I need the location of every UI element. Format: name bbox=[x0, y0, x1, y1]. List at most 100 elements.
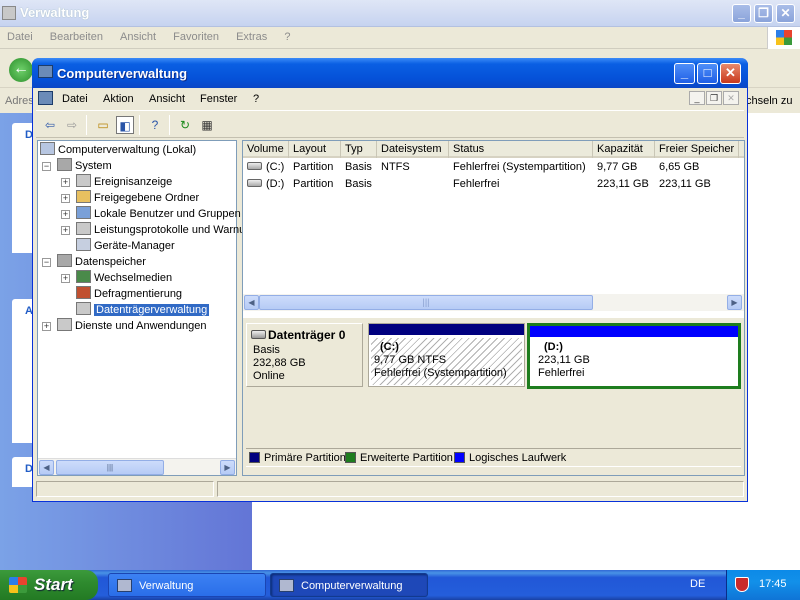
tree-label: Datenspeicher bbox=[75, 256, 146, 268]
expand-icon[interactable]: + bbox=[61, 226, 70, 235]
expand-icon[interactable]: + bbox=[42, 322, 51, 331]
bg-minimize-button[interactable]: _ bbox=[732, 4, 751, 23]
bg-menu-help[interactable]: ? bbox=[277, 27, 297, 47]
scroll-thumb[interactable]: ||| bbox=[56, 460, 164, 475]
cell-kapazitaet: 223,11 GB bbox=[597, 178, 649, 190]
expand-icon[interactable]: + bbox=[61, 274, 70, 283]
legend-extended: Erweiterte Partition bbox=[345, 452, 453, 464]
minimize-button[interactable]: _ bbox=[674, 63, 695, 84]
tree-item-geraete-manager[interactable]: Geräte-Manager bbox=[76, 238, 175, 254]
tree-item-datentraegerverwaltung[interactable]: Datenträgerverwaltung bbox=[76, 302, 210, 318]
table-row[interactable]: (D:) Partition Basis Fehlerfrei 223,11 G… bbox=[243, 176, 744, 193]
mdi-minimize-icon[interactable]: _ bbox=[689, 91, 705, 105]
cell-dateisystem bbox=[377, 176, 381, 193]
menu-datei[interactable]: Datei bbox=[62, 93, 88, 105]
disk-info-box[interactable]: Datenträger 0 Basis 232,88 GB Online bbox=[246, 323, 363, 387]
properties-icon[interactable]: ? bbox=[146, 116, 164, 134]
menu-ansicht[interactable]: Ansicht bbox=[149, 93, 185, 105]
partition-c-block[interactable]: (C:) 9,77 GB NTFS Fehlerfrei (Systempart… bbox=[368, 323, 525, 387]
menu-help[interactable]: ? bbox=[253, 93, 259, 105]
storage-icon bbox=[57, 254, 72, 267]
clock[interactable]: 17:45 bbox=[759, 578, 787, 590]
col-status[interactable]: Status bbox=[449, 141, 593, 158]
disk-graph-area: Datenträger 0 Basis 232,88 GB Online (C:… bbox=[243, 318, 744, 475]
tree-item-defragmentierung[interactable]: Defragmentierung bbox=[76, 286, 182, 302]
settings-icon[interactable]: ▦ bbox=[198, 116, 216, 134]
tree-item-datenspeicher[interactable]: Datenspeicher bbox=[57, 254, 146, 270]
scroll-left-icon[interactable]: ◀ bbox=[39, 460, 54, 475]
tree-item-freigegebene-ordner[interactable]: Freigegebene Ordner bbox=[76, 190, 199, 206]
background-title-bar[interactable]: Verwaltung _ ❐ ✕ bbox=[0, 0, 800, 27]
bg-close-button[interactable]: ✕ bbox=[776, 4, 795, 23]
partition-c-text: (C:) 9,77 GB NTFS Fehlerfrei (Systempart… bbox=[371, 338, 522, 385]
col-volume[interactable]: Volume bbox=[243, 141, 289, 158]
expand-icon[interactable]: + bbox=[61, 178, 70, 187]
tree-horizontal-scrollbar[interactable]: ◀ ||| ▶ bbox=[38, 458, 236, 475]
up-folder-icon[interactable]: ▭ bbox=[94, 116, 112, 134]
cell-layout: Partition bbox=[293, 178, 334, 190]
expand-icon[interactable]: + bbox=[61, 194, 70, 203]
task-computerverwaltung[interactable]: Computerverwaltung bbox=[270, 573, 428, 597]
bg-menu-datei[interactable]: Datei bbox=[0, 27, 40, 47]
tree-item-leistungsprotokolle[interactable]: Leistungsprotokolle und Warnungen bbox=[76, 222, 270, 238]
scroll-right-icon[interactable]: ▶ bbox=[727, 295, 742, 310]
tree-item-computerverwaltung[interactable]: Computerverwaltung (Lokal) bbox=[40, 142, 196, 158]
col-typ[interactable]: Typ bbox=[341, 141, 377, 158]
close-button[interactable]: ✕ bbox=[720, 63, 741, 84]
expand-icon[interactable]: + bbox=[61, 210, 70, 219]
status-bar bbox=[36, 479, 744, 498]
mdi-close-icon[interactable]: ✕ bbox=[723, 91, 739, 105]
col-freier-speicher[interactable]: Freier Speicher bbox=[655, 141, 739, 158]
primary-partition-bar bbox=[369, 324, 524, 335]
tree-item-ereignisanzeige[interactable]: Ereignisanzeige bbox=[76, 174, 172, 190]
tree-item-dienste[interactable]: Dienste und Anwendungen bbox=[57, 318, 207, 334]
volume-list-scrollbar[interactable]: ◀ ||| ▶ bbox=[243, 294, 744, 311]
partition-d-block[interactable]: (D:) 223,11 GB Fehlerfrei bbox=[527, 323, 741, 389]
partition-label: (D:) bbox=[544, 341, 563, 353]
partition-label: (C:) bbox=[380, 341, 399, 353]
status-segment-1 bbox=[36, 481, 214, 497]
refresh-icon[interactable]: ↻ bbox=[176, 116, 194, 134]
menu-aktion[interactable]: Aktion bbox=[103, 93, 134, 105]
scroll-left-icon[interactable]: ◀ bbox=[244, 295, 259, 310]
table-row[interactable]: (C:) Partition Basis NTFS Fehlerfrei (Sy… bbox=[243, 159, 744, 176]
disk-type: Basis bbox=[253, 344, 280, 356]
security-shield-icon[interactable] bbox=[735, 577, 749, 592]
tree-item-wechselmedien[interactable]: Wechselmedien bbox=[76, 270, 172, 286]
console-icon[interactable] bbox=[38, 91, 53, 105]
col-layout[interactable]: Layout bbox=[289, 141, 341, 158]
tree-item-lokale-benutzer[interactable]: Lokale Benutzer und Gruppen bbox=[76, 206, 241, 222]
scroll-right-icon[interactable]: ▶ bbox=[220, 460, 235, 475]
back-icon[interactable]: ⇦ bbox=[41, 116, 59, 134]
language-indicator[interactable]: DE bbox=[690, 578, 705, 590]
main-toolbar: ⇦ ⇨ ▭ ◧ ? ↻ ▦ bbox=[36, 110, 744, 138]
bg-menu-extras[interactable]: Extras bbox=[229, 27, 274, 47]
start-button[interactable]: Start bbox=[0, 570, 98, 600]
details-pane: Volume Layout Typ Dateisystem Status Kap… bbox=[242, 140, 745, 476]
defrag-icon bbox=[76, 286, 91, 299]
collapse-icon[interactable]: − bbox=[42, 162, 51, 171]
cell-kapazitaet: 9,77 GB bbox=[597, 161, 638, 173]
bg-menu-ansicht[interactable]: Ansicht bbox=[113, 27, 163, 47]
collapse-icon[interactable]: − bbox=[42, 258, 51, 267]
bg-menu-favoriten[interactable]: Favoriten bbox=[166, 27, 226, 47]
back-arrow-icon[interactable]: ← bbox=[9, 58, 33, 82]
show-hide-tree-icon[interactable]: ◧ bbox=[116, 116, 134, 134]
forward-icon[interactable]: ⇨ bbox=[63, 116, 81, 134]
mdi-restore-icon[interactable]: ❐ bbox=[706, 91, 722, 105]
menu-fenster[interactable]: Fenster bbox=[200, 93, 237, 105]
legend-swatch bbox=[249, 452, 260, 463]
main-title-bar[interactable]: Computerverwaltung _ □ ✕ bbox=[32, 58, 748, 88]
scroll-thumb[interactable]: ||| bbox=[259, 295, 593, 310]
disk-management-icon bbox=[76, 302, 91, 315]
removable-storage-icon bbox=[76, 270, 91, 283]
cell-volume: (D:) bbox=[243, 176, 284, 193]
bg-restore-button[interactable]: ❐ bbox=[754, 4, 773, 23]
tree-item-system[interactable]: System bbox=[57, 158, 112, 174]
switch-to-label[interactable]: chseln zu bbox=[746, 95, 792, 107]
task-verwaltung[interactable]: Verwaltung bbox=[108, 573, 266, 597]
bg-menu-bearbeiten[interactable]: Bearbeiten bbox=[43, 27, 110, 47]
maximize-button[interactable]: □ bbox=[697, 63, 718, 84]
col-kapazitaet[interactable]: Kapazität bbox=[593, 141, 655, 158]
col-dateisystem[interactable]: Dateisystem bbox=[377, 141, 449, 158]
